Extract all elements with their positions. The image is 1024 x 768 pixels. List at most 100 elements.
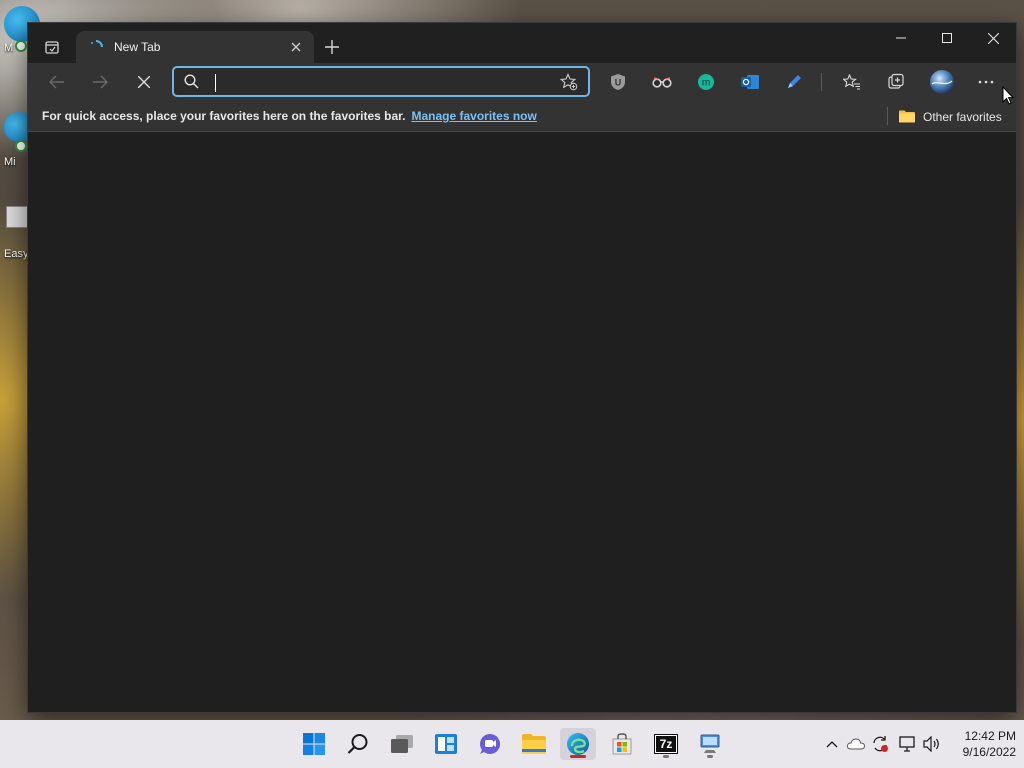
more-dots-icon: [978, 80, 994, 84]
network-tray-button[interactable]: [898, 734, 918, 754]
task-view-button[interactable]: [384, 728, 420, 760]
ublock-icon: U: [611, 74, 625, 90]
favorites-button[interactable]: [839, 69, 865, 95]
task-view-icon: [391, 735, 413, 753]
ublock-extension-button[interactable]: U: [605, 69, 631, 95]
tab-title: New Tab: [114, 40, 161, 54]
close-window-button[interactable]: [970, 23, 1016, 53]
start-button[interactable]: [296, 728, 332, 760]
chevron-up-icon: [826, 741, 838, 748]
edge-icon: [567, 733, 589, 755]
reader-extension-button[interactable]: [649, 69, 675, 95]
favorites-bar: For quick access, place your favorites h…: [28, 101, 1016, 132]
file-explorer-button[interactable]: [516, 728, 552, 760]
title-bar: New Tab: [28, 23, 1016, 63]
favorites-star-icon: [843, 74, 860, 90]
tab-actions-button[interactable]: [40, 35, 64, 59]
search-icon: [184, 74, 206, 89]
outlook-extension-button[interactable]: [737, 69, 763, 95]
plus-icon: [325, 40, 339, 54]
stop-icon: [138, 76, 150, 88]
windows-start-icon: [303, 733, 325, 755]
taskbar: 7z 12:42 PM 9/16/2022: [0, 720, 1024, 768]
toolbar-divider: [821, 73, 822, 91]
forward-button[interactable]: [85, 67, 115, 97]
loading-spinner-icon: [91, 40, 103, 48]
shortcut-icon: [6, 206, 28, 228]
profile-button[interactable]: [927, 67, 957, 97]
navigation-toolbar: U m: [28, 63, 1016, 101]
manage-favorites-link[interactable]: Manage favorites now: [411, 109, 536, 123]
back-button[interactable]: [42, 67, 72, 97]
cloud-icon: [847, 738, 865, 750]
tab-new-tab[interactable]: New Tab: [76, 31, 314, 63]
page-content[interactable]: [28, 133, 1016, 712]
svg-text:U: U: [615, 78, 622, 88]
outlook-icon: [741, 75, 759, 89]
remote-desktop-button[interactable]: [692, 728, 728, 760]
sync-tray-button[interactable]: [870, 734, 890, 754]
pen-extension-button[interactable]: [781, 69, 807, 95]
running-app-indicator: [663, 755, 669, 758]
stop-loading-button[interactable]: [129, 67, 159, 97]
new-tab-button[interactable]: [320, 35, 344, 59]
text-cursor: [215, 74, 216, 92]
maximize-icon: [942, 33, 952, 43]
store-button[interactable]: [604, 728, 640, 760]
network-icon: [899, 736, 915, 752]
arrow-right-icon: [93, 75, 108, 89]
running-app-indicator: [707, 755, 713, 758]
remote-desktop-icon: [700, 734, 720, 753]
other-favorites-button[interactable]: Other favorites: [899, 101, 1002, 132]
store-icon: [612, 733, 632, 755]
minimize-button[interactable]: [878, 23, 924, 53]
collections-button[interactable]: [883, 69, 909, 95]
search-icon: [347, 734, 368, 754]
sync-error-icon: [873, 736, 888, 752]
mouse-pointer-icon: [1002, 86, 1014, 105]
taskbar-search-button[interactable]: [340, 728, 376, 760]
volume-icon: [923, 736, 939, 752]
favorites-bar-message: For quick access, place your favorites h…: [42, 109, 406, 123]
widgets-icon: [435, 734, 457, 754]
sync-check-icon: [15, 140, 27, 152]
close-icon: [987, 32, 999, 44]
widgets-button[interactable]: [428, 728, 464, 760]
svg-text:m: m: [702, 78, 710, 89]
file-explorer-icon: [522, 734, 546, 754]
show-hidden-icons-button[interactable]: [822, 734, 842, 754]
taskbar-clock[interactable]: 12:42 PM 9/16/2022: [950, 728, 1016, 760]
browser-window: New Tab U m For quick access, place your…: [27, 22, 1017, 713]
add-favorite-button[interactable]: [558, 72, 580, 91]
edge-taskbar-button[interactable]: [560, 728, 596, 760]
minimize-icon: [896, 37, 906, 39]
7zip-button[interactable]: 7z: [648, 728, 684, 760]
arrow-left-icon: [49, 75, 64, 89]
star-add-icon: [560, 72, 578, 90]
m-extension-button[interactable]: m: [693, 69, 719, 95]
clock-time: 12:42 PM: [964, 729, 1016, 743]
collections-icon: [888, 73, 904, 89]
favorites-bar-divider: [887, 107, 888, 125]
sync-check-icon: [15, 40, 27, 52]
avatar: [930, 70, 954, 94]
volume-tray-button[interactable]: [922, 734, 942, 754]
maximize-button[interactable]: [924, 23, 970, 53]
clock-date: 9/16/2022: [962, 745, 1016, 759]
pen-tool-icon: [788, 75, 801, 88]
teams-chat-button[interactable]: [472, 728, 508, 760]
onedrive-tray-button[interactable]: [846, 734, 866, 754]
address-bar[interactable]: [172, 66, 590, 97]
teams-chat-icon: [480, 734, 500, 754]
reader-glasses-icon: [652, 77, 672, 88]
folder-icon: [899, 110, 915, 123]
tab-actions-icon: [45, 41, 59, 54]
active-app-indicator: [570, 755, 586, 758]
settings-more-button[interactable]: [973, 69, 999, 95]
7zip-label: 7z: [659, 737, 673, 751]
m-extension-icon: m: [698, 74, 714, 90]
other-favorites-label: Other favorites: [923, 109, 1002, 124]
address-input[interactable]: [206, 68, 558, 95]
close-icon: [291, 42, 301, 52]
tab-close-button[interactable]: [288, 39, 304, 55]
